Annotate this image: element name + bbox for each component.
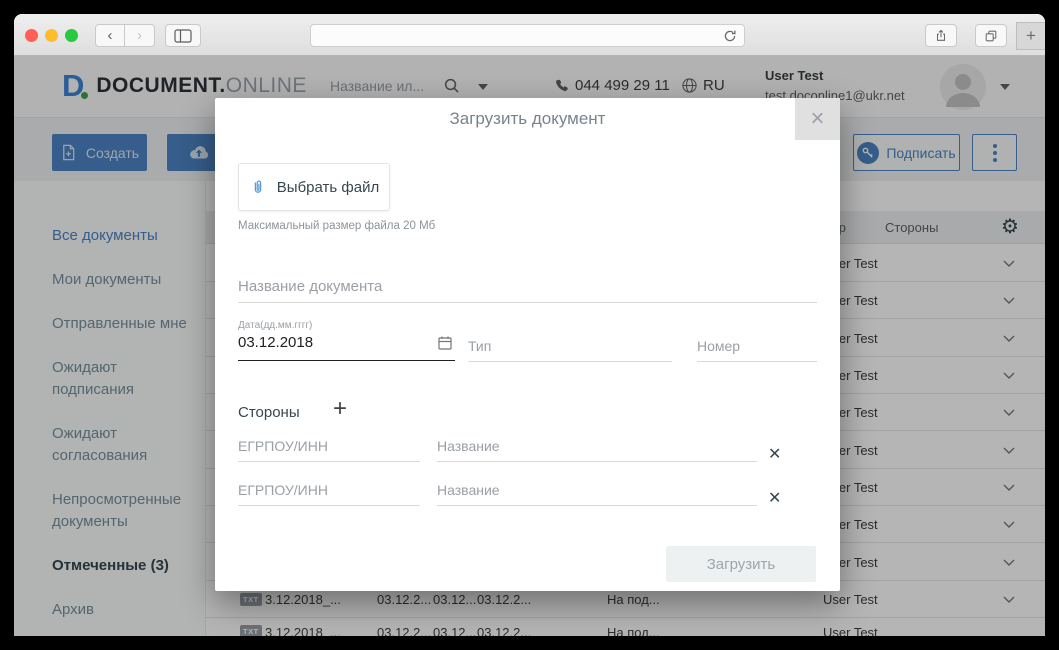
sidebar-toggle-button[interactable] [165,24,201,47]
number-input[interactable] [697,338,817,362]
remove-icon: ✕ [768,490,781,507]
share-icon [934,28,948,43]
parties-label: Стороны [238,404,300,421]
document-name-input[interactable] [238,278,817,303]
zoom-window-button[interactable] [65,29,78,42]
remove-icon: ✕ [768,446,781,463]
minimize-window-button[interactable] [45,29,58,42]
close-icon: × [810,105,824,133]
max-file-size-note: Максимальный размер файла 20 Мб [238,220,435,232]
choose-file-button[interactable]: Выбрать файл [238,163,390,211]
upload-document-modal: Загрузить документ × Выбрать файл Максим… [215,98,840,591]
window-controls [25,29,78,42]
date-label: Дата(дд.мм.гггг) [238,320,455,331]
address-bar[interactable] [310,24,745,47]
tab-overview-button[interactable] [975,24,1007,47]
plus-icon: + [1026,26,1036,46]
browser-window: ‹ › + D DOCUMENT.ONLINE [14,14,1045,636]
modal-title: Загрузить документ [215,109,840,129]
modal-close-button[interactable]: × [795,98,840,140]
date-field[interactable]: Дата(дд.мм.гггг) [238,320,455,361]
back-icon: ‹ [108,27,113,44]
share-button[interactable] [925,24,957,47]
party-1-name-input[interactable] [437,438,757,462]
screenshot-frame: ‹ › + D DOCUMENT.ONLINE [0,0,1059,650]
submit-upload-button[interactable]: Загрузить [666,546,816,582]
app-page: D DOCUMENT.ONLINE 044 499 29 11 RU User … [14,56,1045,636]
reload-icon[interactable] [722,28,738,44]
plus-icon: + [333,395,347,422]
forward-icon: › [137,27,142,44]
calendar-icon[interactable] [437,335,453,351]
party-2-code-input[interactable] [238,482,420,506]
paperclip-icon [249,177,267,197]
forward-button[interactable]: › [125,24,155,47]
tabs-icon [984,29,998,43]
new-tab-button[interactable]: + [1016,22,1045,50]
sidebar-icon [174,29,192,43]
type-input[interactable] [468,338,672,362]
add-party-button[interactable]: + [333,395,347,423]
back-button[interactable]: ‹ [95,24,125,47]
browser-toolbar: ‹ › + [14,14,1045,56]
remove-party-1-button[interactable]: ✕ [768,444,781,464]
remove-party-2-button[interactable]: ✕ [768,488,781,508]
date-input[interactable] [238,334,428,351]
close-window-button[interactable] [25,29,38,42]
party-1-code-input[interactable] [238,438,420,462]
party-2-name-input[interactable] [437,482,757,506]
